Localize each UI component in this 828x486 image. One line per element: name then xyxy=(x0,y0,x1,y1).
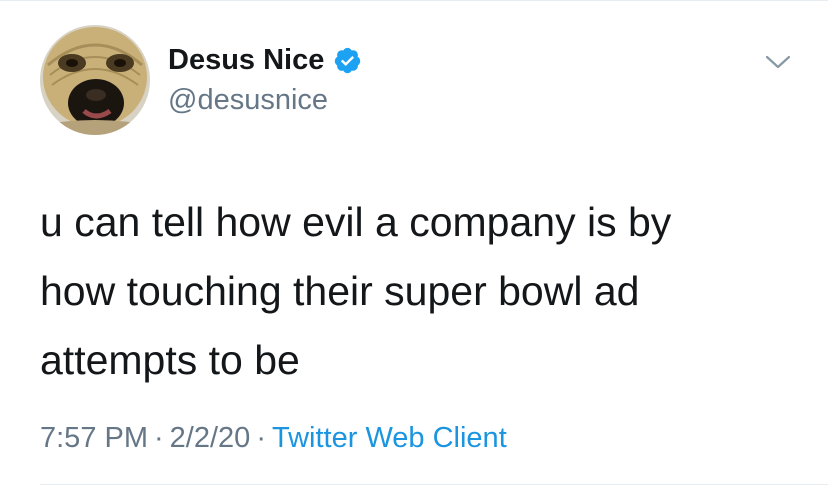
bottom-divider xyxy=(40,484,828,485)
masked-face-avatar-icon xyxy=(40,25,150,135)
tweet-line: attempts to be xyxy=(40,337,300,383)
tweet-date[interactable]: 2/2/20 xyxy=(170,422,251,454)
top-divider xyxy=(0,0,828,1)
tweet-line: how touching their super bowl ad xyxy=(40,268,640,314)
author-name-row: Desus Nice xyxy=(168,40,362,80)
tweet-text: u can tell how evil a company is by how … xyxy=(40,188,800,395)
author-display-name[interactable]: Desus Nice xyxy=(168,40,324,80)
avatar[interactable] xyxy=(40,25,150,135)
meta-separator: · xyxy=(154,422,164,454)
chevron-down-icon[interactable] xyxy=(762,48,794,76)
tweet-line: u can tell how evil a company is by xyxy=(40,199,672,245)
meta-separator: · xyxy=(256,422,266,454)
tweet-client-link[interactable]: Twitter Web Client xyxy=(272,422,507,454)
author-handle[interactable]: @desusnice xyxy=(168,80,328,120)
tweet-metadata: 7:57 PM · 2/2/20 · Twitter Web Client xyxy=(40,418,507,458)
verified-badge-icon xyxy=(333,46,362,75)
tweet-time[interactable]: 7:57 PM xyxy=(40,422,148,454)
